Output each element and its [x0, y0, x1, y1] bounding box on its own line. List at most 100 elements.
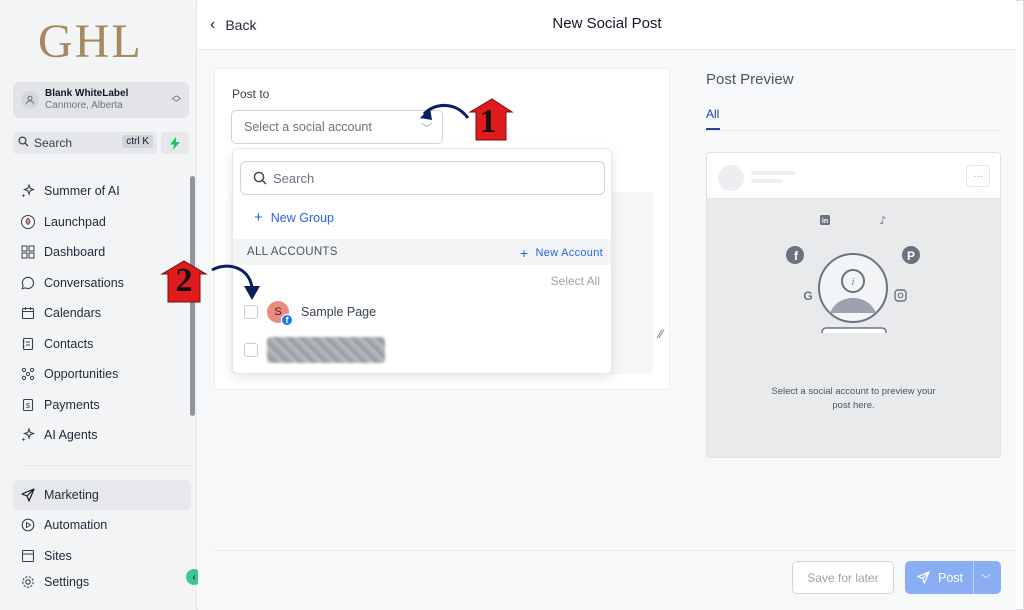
brand-logo: GHL: [38, 15, 143, 68]
sidebar-item-payments[interactable]: $ Payments: [13, 390, 191, 421]
chevron-left-icon: ‹: [210, 16, 216, 33]
tabs-divider: [706, 130, 1000, 131]
svg-text:$: $: [26, 403, 30, 410]
account-switcher[interactable]: Blank WhiteLabel Canmore, Alberta ︿ ﹀: [13, 82, 189, 118]
sparkle-icon: [19, 426, 37, 444]
sidebar-item-label: AI Agents: [44, 428, 98, 443]
sidebar-item-label: Opportunities: [44, 367, 119, 382]
account-name: Blank WhiteLabel: [45, 88, 129, 99]
sidebar-item-label: Marketing: [44, 487, 99, 502]
post-button[interactable]: Post ﹀: [905, 561, 1001, 594]
sidebar-divider: [21, 464, 191, 466]
sidebar-item-label: Settings: [44, 575, 90, 589]
user-icon: [21, 91, 39, 109]
sidebar-item-opportunities[interactable]: Opportunities: [13, 359, 191, 390]
account-checkbox[interactable]: [244, 343, 258, 357]
all-accounts-header: ALL ACCOUNTS + New Account: [233, 239, 611, 265]
sidebar-item-sites[interactable]: Sites: [13, 541, 191, 572]
lightning-icon: [170, 136, 180, 150]
page-title: New Social Post: [552, 15, 662, 32]
account-row[interactable]: S f Sample Page: [244, 301, 377, 326]
select-all-button[interactable]: Select All: [551, 274, 600, 288]
sidebar-item-label: Contacts: [44, 336, 94, 351]
sidebar-item-label: Summer of AI: [44, 184, 120, 199]
sidebar-item-label: Payments: [44, 397, 100, 412]
search-icon: [18, 134, 29, 152]
account-dropdown: Search + New Group ALL ACCOUNTS + New Ac…: [232, 148, 612, 374]
search-icon: [253, 171, 267, 185]
back-button[interactable]: ‹ Back: [210, 16, 256, 34]
preview-title: Post Preview: [706, 71, 794, 88]
account-name: Sample Page: [301, 305, 377, 319]
post-button-label: Post: [938, 570, 964, 585]
dropdown-search-input[interactable]: Search: [240, 161, 605, 195]
more-icon: ···: [966, 165, 990, 187]
sidebar-item-label: Sites: [44, 548, 72, 563]
sidebar-item-summer-of-ai[interactable]: Summer of AI: [13, 176, 191, 207]
svg-text:♪: ♪: [879, 214, 886, 227]
calendar-icon: [19, 304, 37, 322]
preview-post-header: ···: [707, 153, 1000, 199]
sidebar-item-automation[interactable]: Automation: [13, 510, 191, 541]
select-placeholder: Select a social account: [244, 120, 372, 134]
send-icon: [917, 571, 930, 584]
chevron-left-icon: ‹: [192, 571, 196, 583]
chevron-up-down-icon: ︿ ﹀: [171, 90, 181, 108]
preview-empty-text: Select a social account to preview your …: [771, 386, 936, 411]
sidebar-item-marketing[interactable]: Marketing: [13, 479, 191, 510]
chevron-down-icon[interactable]: ﹀: [981, 571, 991, 586]
account-checkbox[interactable]: [244, 305, 258, 319]
footer-divider: [214, 550, 1016, 551]
sidebar-item-label: Launchpad: [44, 214, 106, 229]
sidebar-item-ai-agents[interactable]: AI Agents: [13, 420, 191, 451]
sidebar-item-label: Dashboard: [44, 245, 106, 260]
social-accounts-illustration: i in ♪ f P G: [786, 214, 920, 333]
post-to-label: Post to: [232, 87, 270, 101]
tab-all[interactable]: All: [706, 107, 719, 121]
sparkle-icon: [19, 182, 37, 200]
new-account-button[interactable]: + New Account: [520, 245, 603, 261]
back-label: Back: [225, 17, 257, 33]
quick-actions-button[interactable]: [161, 132, 189, 154]
button-separator: [973, 561, 974, 594]
new-group-label: New Group: [270, 210, 334, 225]
gear-icon: [19, 573, 37, 591]
save-for-later-button[interactable]: Save for later: [792, 561, 894, 594]
sidebar-item-label: Conversations: [44, 275, 124, 290]
account-row-redacted[interactable]: [244, 337, 385, 363]
page-header: New Social Post ‹ Back: [198, 0, 1016, 50]
contact-book-icon: [19, 335, 37, 353]
svg-text:G: G: [803, 289, 812, 303]
step-2-number: 2: [175, 262, 193, 299]
page-avatar: S f: [267, 301, 293, 326]
sidebar: GHL Blank WhiteLabel Canmore, Alberta ︿ ﹀…: [0, 0, 197, 610]
pinterest-icon: P: [902, 246, 920, 264]
post-preview-card: ··· i in ♪ f P G Select a social account…: [706, 152, 1001, 458]
preview-avatar-placeholder: [718, 165, 744, 191]
resize-handle-icon[interactable]: ⁄⁄: [659, 327, 663, 341]
sidebar-item-launchpad[interactable]: Launchpad: [13, 207, 191, 238]
google-icon: G: [803, 289, 812, 303]
sidebar-nav: Summer of AI Launchpad Dashboard Convers…: [13, 176, 191, 593]
account-location: Canmore, Alberta: [45, 100, 123, 111]
sidebar-item-settings[interactable]: Settings: [13, 571, 191, 593]
new-group-button[interactable]: + New Group: [254, 209, 334, 226]
preview-meta-placeholder: [751, 179, 783, 183]
search-placeholder: Search: [273, 170, 315, 186]
plus-icon: +: [520, 245, 529, 261]
play-circle-icon: [19, 516, 37, 534]
preview-name-placeholder: [751, 171, 795, 175]
facebook-icon: f: [281, 314, 293, 326]
linkedin-icon: in: [820, 215, 830, 225]
grid-icon: [19, 243, 37, 261]
pipeline-icon: [19, 365, 37, 383]
svg-text:in: in: [822, 218, 828, 225]
sidebar-item-contacts[interactable]: Contacts: [13, 329, 191, 360]
sidebar-search[interactable]: Search ctrl K: [13, 132, 157, 154]
facebook-icon: f: [786, 246, 804, 264]
social-account-select[interactable]: Select a social account ﹀: [231, 110, 443, 144]
plus-icon: +: [254, 209, 263, 226]
svg-text:i: i: [852, 277, 855, 288]
avatar-initial: S: [274, 306, 282, 318]
globe-icon: [19, 547, 37, 565]
